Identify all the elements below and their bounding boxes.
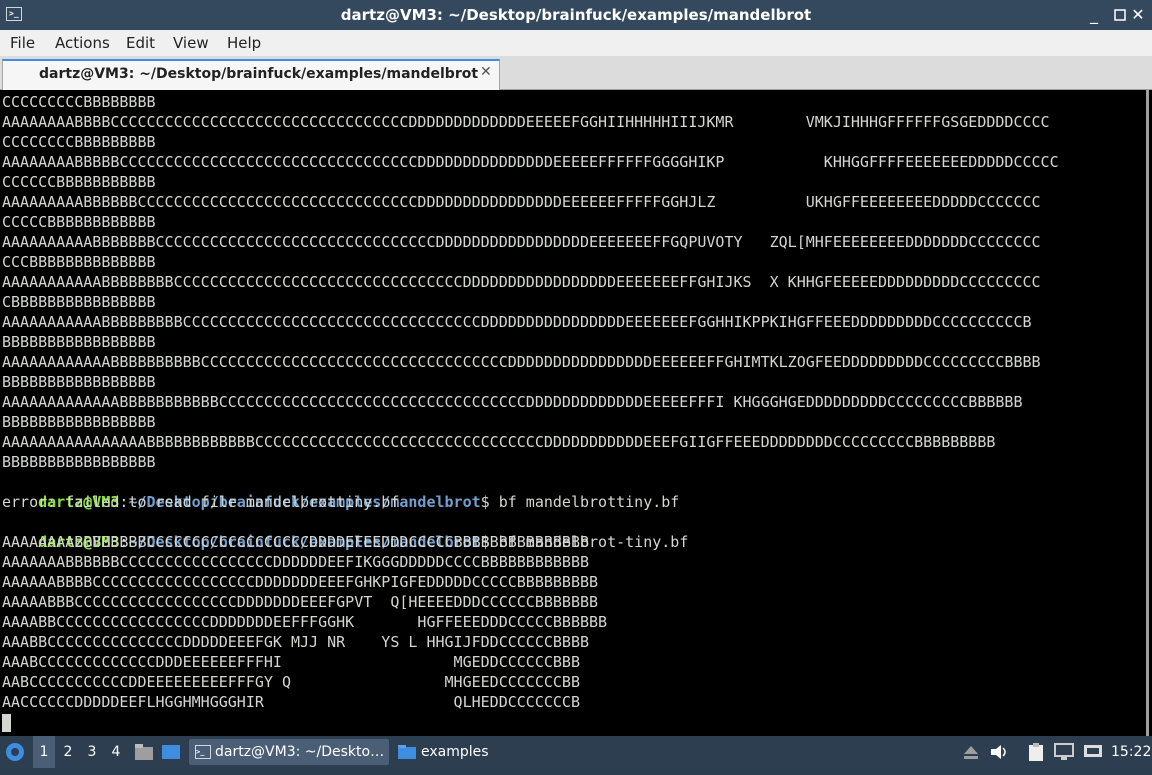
menu-edit[interactable]: Edit xyxy=(126,34,155,52)
taskbar: 1 2 3 4 >_ dartz@VM3: ~/Deskto… examples … xyxy=(0,736,1152,768)
terminal-task-icon: >_ xyxy=(195,745,211,759)
terminal-output-line: AAAAAAAAAAAAAAAABBBBBBBBBBBBCCCCCCCCCCCC… xyxy=(2,433,996,451)
terminal-output-line: BBBBBBBBBBBBBBBBB xyxy=(2,413,156,431)
menu-actions[interactable]: Actions xyxy=(55,34,110,52)
window-title: dartz@VM3: ~/Desktop/brainfuck/examples/… xyxy=(340,6,812,24)
terminal-output-line: AAAAABBBCCCCCCCCCCCCCCCCCCDDDDDDDEEEFGPV… xyxy=(2,593,599,611)
terminal-output-line: CCCCCCCCBBBBBBBBB xyxy=(2,133,156,151)
task-terminal-label: dartz@VM3: ~/Deskto… xyxy=(215,744,385,760)
clipboard-icon xyxy=(1029,743,1043,761)
tray-clipboard[interactable] xyxy=(1027,736,1049,768)
app-menu-icon xyxy=(6,743,24,761)
desktop-icon xyxy=(162,745,180,759)
task-terminal[interactable]: >_ dartz@VM3: ~/Deskto… xyxy=(189,739,389,765)
workspace-1[interactable]: 1 xyxy=(33,736,55,768)
volume-icon xyxy=(991,745,1006,759)
text-cursor xyxy=(2,714,11,732)
tray-display[interactable] xyxy=(1054,736,1076,768)
terminal-output-line: CCCCCBBBBBBBBBBBB xyxy=(2,213,156,231)
terminal-area[interactable]: CCCCCCCCCBBBBBBBB AAAAAAAABBBBCCCCCCCCCCC… xyxy=(0,90,1152,736)
terminal-output-line: AAAAAAABBBBBBCCCCCCCCCCCCCCCCCDDDDDDEEFI… xyxy=(2,553,589,571)
terminal-output-line: CCCBBBBBBBBBBBBBB xyxy=(2,253,156,271)
file-manager-launcher[interactable] xyxy=(134,736,156,768)
prompt-line-1: dartz@VM3:~/Desktop/brainfuck/examples/m… xyxy=(38,493,680,511)
prompt-command: bf mandelbrottiny.bf xyxy=(489,493,680,511)
terminal-output-line: AAAAAAAAAABBBBBBBCCCCCCCCCCCCCCCCCCCCCCC… xyxy=(2,233,1041,251)
close-window-button[interactable]: ✕ xyxy=(1128,5,1148,25)
eject-icon xyxy=(964,746,978,759)
tab-close-icon[interactable]: ✕ xyxy=(480,64,492,80)
terminal-output-line: AACCCCCCDDDDDEEFLHGGHMHGGGHIR QLHEDDCCCC… xyxy=(2,693,580,711)
terminal-output-line: AAAAAAAAAAABBBBBBBBBCCCCCCCCCCCCCCCCCCCC… xyxy=(2,313,1032,331)
maximize-icon xyxy=(1114,9,1126,21)
terminal-output-line: BBBBBBBBBBBBBBBBB xyxy=(2,373,156,391)
workspace-4[interactable]: 4 xyxy=(105,736,127,768)
clock[interactable]: 15:22 xyxy=(1111,736,1151,768)
start-menu-button[interactable] xyxy=(4,736,30,768)
tab-label: dartz@VM3: ~/Desktop/brainfuck/examples/… xyxy=(39,66,479,82)
task-examples[interactable]: examples xyxy=(393,739,493,765)
maximize-button[interactable] xyxy=(1110,5,1130,25)
minimize-button[interactable]: _ xyxy=(1084,5,1104,25)
terminal-output-line: AABCCCCCCCCCCCDDEEEEEEEEEFFFGY Q MHGEEDC… xyxy=(2,673,580,691)
terminal-output-line: BBBBBBBBBBBBBBBBB xyxy=(2,453,156,471)
prompt-line-2: dartz@VM3:~/Desktop/brainfuck/examples/m… xyxy=(38,533,689,551)
menu-help[interactable]: Help xyxy=(227,34,261,52)
task-examples-label: examples xyxy=(421,744,489,760)
tray-volume[interactable] xyxy=(990,736,1010,768)
terminal-output-line: AAAAAAAAABBBBBBCCCCCCCCCCCCCCCCCCCCCCCCC… xyxy=(2,193,1041,211)
terminal-output-line: AAAAAAAAAAABBBBBBBBCCCCCCCCCCCCCCCCCCCCC… xyxy=(2,273,1041,291)
network-icon xyxy=(1084,745,1102,757)
prompt-symbol: $ xyxy=(480,493,490,511)
window-titlebar[interactable]: >_ dartz@VM3: ~/Desktop/brainfuck/exampl… xyxy=(0,0,1152,30)
tab-strip: dartz@VM3: ~/Desktop/brainfuck/examples/… xyxy=(0,56,1152,90)
show-desktop-button[interactable] xyxy=(161,736,183,768)
terminal-output-line: AAAAAAAABBBBBCCCCCCCCCCCCCCCCCCCCCCCCCCC… xyxy=(2,153,1059,171)
tray-eject[interactable] xyxy=(963,736,981,768)
workspace-3[interactable]: 3 xyxy=(81,736,103,768)
terminal-output-line: CCCCCCCCCBBBBBBBB xyxy=(2,93,156,111)
file-manager-icon xyxy=(135,744,153,760)
terminal-output-line: CCCCCCBBBBBBBBBBB xyxy=(2,173,156,191)
terminal-output-line: AAAAAAAAAAAABBBBBBBBBBCCCCCCCCCCCCCCCCCC… xyxy=(2,353,1041,371)
terminal-output-line: AAABCCCCCCCCCCCCCDDDEEEEEEFFFHI MGEDDCCC… xyxy=(2,653,580,671)
terminal-output-line: AAAAAABBBBCCCCCCCCCCCCCCCCCCDDDDDDDEEEFG… xyxy=(2,573,599,591)
tray-network[interactable] xyxy=(1083,736,1105,768)
terminal-output-line: AAABBCCCCCCCCCCCCCCCDDDDDEEEFGK MJJ NR Y… xyxy=(2,633,589,651)
terminal-output-line: AAAAAAAABBBBBBBBCCCCCCCCCCCCCCCCCCDDDDEF… xyxy=(2,533,589,551)
folder-icon xyxy=(398,745,416,759)
workspace-2[interactable]: 2 xyxy=(57,736,79,768)
error-line: error: failed to read file mandelbrottin… xyxy=(2,493,400,511)
terminal-output-line: BBBBBBBBBBBBBBBBB xyxy=(2,333,156,351)
menu-bar: File Actions Edit View Help xyxy=(0,30,1152,56)
menu-file[interactable]: File xyxy=(10,34,35,52)
terminal-output-line: AAAAAAAAAAAAABBBBBBBBBBBCCCCCCCCCCCCCCCC… xyxy=(2,393,1023,411)
tab-terminal[interactable]: dartz@VM3: ~/Desktop/brainfuck/examples/… xyxy=(2,59,500,90)
monitor-icon xyxy=(1054,743,1074,760)
menu-view[interactable]: View xyxy=(173,34,209,52)
terminal-output-line: AAAABBCCCCCCCCCCCCCCCCCDDDDDDDEEFFFGGHK … xyxy=(2,613,608,631)
terminal-output-line: CBBBBBBBBBBBBBBBB xyxy=(2,293,156,311)
terminal-output-line: AAAAAAAABBBBCCCCCCCCCCCCCCCCCCCCCCCCCCCC… xyxy=(2,113,1050,131)
